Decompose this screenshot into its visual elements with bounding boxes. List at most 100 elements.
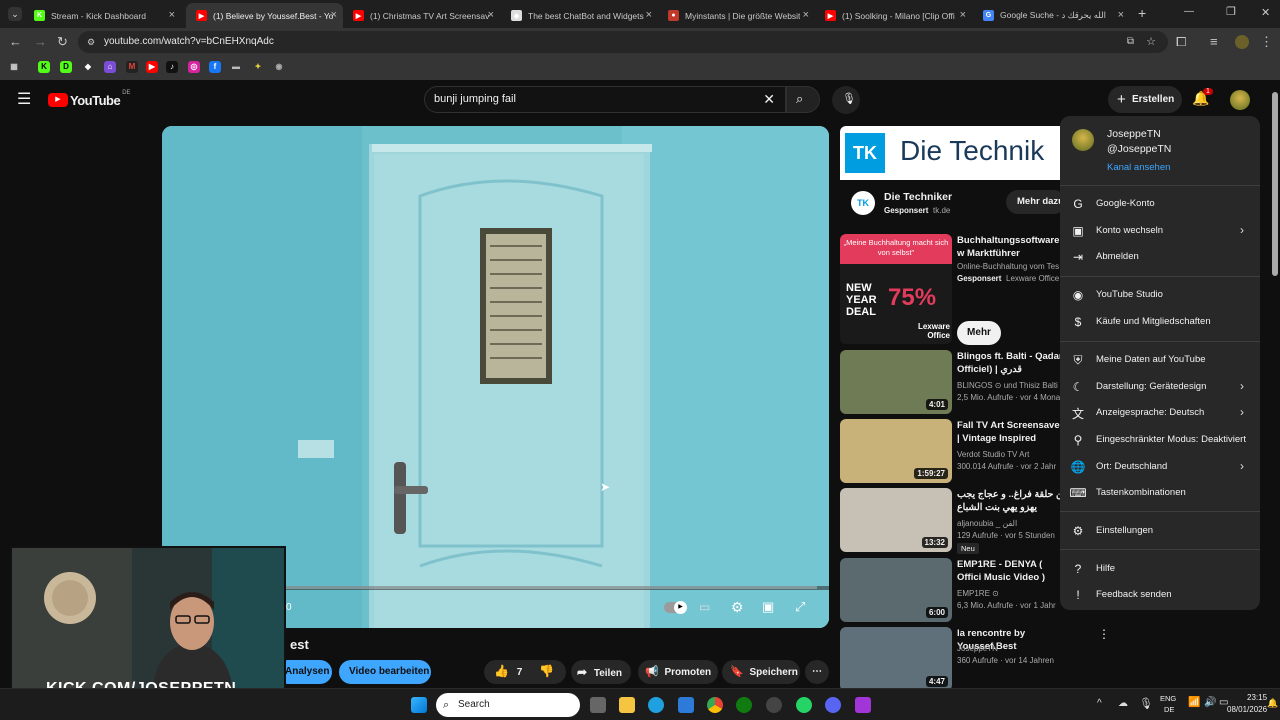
player-settings-icon[interactable]: ⚙ xyxy=(731,599,744,616)
address-bar[interactable]: ⚙ youtube.com/watch?v=bCnEHXnqAdc ⧉ ☆ xyxy=(78,31,1168,53)
voice-search-button[interactable]: 🎙 xyxy=(832,86,860,114)
new-tab-button[interactable]: + xyxy=(1138,5,1146,21)
store-icon[interactable] xyxy=(678,697,694,713)
bookmark-streamlabs-icon[interactable]: ▬ xyxy=(230,61,242,73)
minimize-button[interactable]: — xyxy=(1184,6,1194,17)
tab-close-icon[interactable]: × xyxy=(803,9,809,21)
tray-overflow-icon[interactable]: ^ xyxy=(1097,698,1102,709)
related-channel[interactable]: Verdot Studio TV Art xyxy=(957,450,1067,459)
discord-icon[interactable] xyxy=(825,697,841,713)
related-channel[interactable]: EMP1RE ⊙ xyxy=(957,589,1067,598)
related-video-item[interactable]: 4:01 Blingos ft. Balti - Qadari Officiel)… xyxy=(840,350,1065,414)
account-menu-item[interactable]: ⇥ Abmelden xyxy=(1060,244,1260,270)
maximize-button[interactable]: ❐ xyxy=(1226,5,1236,18)
sponsored-more-button[interactable]: Mehr xyxy=(957,321,1001,345)
forward-icon[interactable]: → xyxy=(34,34,47,49)
browser-tab[interactable]: ● Myinstants | Die größte Websit × xyxy=(658,3,815,28)
related-video-item[interactable]: 13:32 ين حلقة فراغ.. و عجاج يجب يهزو يهي … xyxy=(840,488,1066,554)
browser-tab[interactable]: ▶ (1) Believe by Youssef.Best - Yo × xyxy=(186,3,343,28)
chrome-icon[interactable] xyxy=(707,697,723,713)
tab-close-icon[interactable]: × xyxy=(960,9,966,21)
taskbar-search[interactable]: ⌕ Search xyxy=(436,693,580,717)
search-button[interactable]: ⌕ xyxy=(786,86,820,113)
wifi-icon[interactable]: 📶 xyxy=(1188,697,1200,708)
account-menu-item[interactable]: 文 Anzeigesprache: Deutsch › xyxy=(1060,400,1260,426)
learn-more-button[interactable]: Mehr dazu xyxy=(1006,190,1066,214)
account-menu-item[interactable]: ☾ Darstellung: Gerätedesign › xyxy=(1060,374,1260,400)
tab-close-icon[interactable]: × xyxy=(488,9,494,21)
back-icon[interactable]: ← xyxy=(9,34,22,49)
browser-menu-icon[interactable]: ⋮ xyxy=(1260,34,1273,50)
search-input[interactable]: bunji jumping fail ✕ xyxy=(424,86,786,113)
bookmark-d-icon[interactable]: D xyxy=(60,61,72,73)
language-indicator-top[interactable]: ENG xyxy=(1160,694,1176,703)
bookmark-instagram-icon[interactable]: ◎ xyxy=(188,61,200,73)
related-video-item[interactable]: 1:59:27 Fall TV Art Screensaver | Vintage… xyxy=(840,419,1063,483)
sponsored-title[interactable]: Buchhaltungssoftware w Marktführer xyxy=(957,234,1061,260)
account-menu-item[interactable]: ⚲ Eingeschränkter Modus: Deaktiviert xyxy=(1060,427,1260,453)
bookmark-kick-icon[interactable]: K xyxy=(38,61,50,73)
account-menu-item[interactable]: ⛨ Meine Daten auf YouTube xyxy=(1060,347,1260,373)
more-actions-button[interactable]: ⋯ xyxy=(805,660,829,684)
hamburger-menu-icon[interactable]: ☰ xyxy=(17,89,31,109)
edge-icon[interactable] xyxy=(648,697,664,713)
bookmark-diamond-icon[interactable]: ◆ xyxy=(82,61,94,73)
browser-tab[interactable]: ▶ (1) Christmas TV Art Screensav × xyxy=(343,3,500,28)
site-info-icon[interactable]: ⚙ xyxy=(87,31,95,53)
profile-avatar[interactable] xyxy=(1235,35,1249,49)
reading-list-icon[interactable]: ≡ xyxy=(1210,34,1218,49)
more-options-icon[interactable]: ⋮ xyxy=(1098,627,1110,641)
view-channel-link[interactable]: Kanal ansehen xyxy=(1107,162,1170,173)
fullscreen-icon[interactable]: ⤢ xyxy=(795,599,805,615)
tray-app-icon[interactable]: ☁ xyxy=(1118,698,1128,709)
page-scrollbar[interactable] xyxy=(1272,92,1278,276)
related-channel[interactable]: BLINGOS ⊙ und Thisiz Balti xyxy=(957,381,1067,390)
create-button[interactable]: + Erstellen xyxy=(1108,86,1182,113)
related-title[interactable]: ين حلقة فراغ.. و عجاج يجب يهزو يهي بنت ا… xyxy=(957,488,1067,514)
bookmark-gmail-icon[interactable]: M xyxy=(126,61,138,73)
obs-icon[interactable] xyxy=(766,697,782,713)
account-menu-item[interactable]: ? Hilfe xyxy=(1060,556,1260,582)
tray-mic-icon[interactable]: 🎙 xyxy=(1139,697,1153,710)
close-window-button[interactable]: ✕ xyxy=(1261,6,1270,19)
notification-center-icon[interactable]: 🔔 xyxy=(1267,698,1278,709)
bookmark-twitch-icon[interactable]: ⌂ xyxy=(104,61,116,73)
related-video-item[interactable]: 4:47 la rencontre by Youssef.Best JoseppeT… xyxy=(840,627,1110,691)
task-view-icon[interactable] xyxy=(590,697,606,713)
account-menu-item[interactable]: G Google-Konto xyxy=(1060,191,1260,217)
account-menu-item[interactable]: ! Feedback senden xyxy=(1060,582,1260,608)
related-title[interactable]: Blingos ft. Balti - Qadari Officiel) | ق… xyxy=(957,350,1067,376)
bookmark-globe-icon[interactable]: ◉ xyxy=(273,61,285,73)
theater-mode-icon[interactable]: ▣ xyxy=(762,599,774,615)
account-menu-item[interactable]: ◉ YouTube Studio xyxy=(1060,282,1260,308)
browser-tab[interactable]: ▶ (1) Soolking - Milano [Clip Offi × xyxy=(815,3,972,28)
ad-banner[interactable]: TK Die Technik xyxy=(840,126,1060,180)
account-avatar[interactable] xyxy=(1230,90,1250,110)
browser-tab[interactable]: K Stream - Kick Dashboard × xyxy=(24,3,181,28)
tab-close-icon[interactable]: × xyxy=(331,9,337,21)
autoplay-toggle[interactable]: ▶ xyxy=(664,601,687,614)
subtitles-icon[interactable]: ▭ xyxy=(699,600,710,614)
account-menu-item[interactable]: 🌐 Ort: Deutschland › xyxy=(1060,454,1260,480)
tab-close-icon[interactable]: × xyxy=(1118,9,1124,21)
tab-search-icon[interactable]: ⌄ xyxy=(8,7,22,21)
related-thumbnail[interactable]: 6:00 xyxy=(840,558,952,622)
sponsored-thumbnail[interactable]: „Meine Buchhaltung macht sich von selbst… xyxy=(840,234,952,344)
related-title[interactable]: Fall TV Art Screensaver | Vintage Inspir… xyxy=(957,419,1067,446)
reload-icon[interactable]: ↻ xyxy=(57,34,68,50)
bookmark-facebook-icon[interactable]: f xyxy=(209,61,221,73)
install-app-icon[interactable]: ⧉ xyxy=(1127,31,1134,53)
tab-close-icon[interactable]: × xyxy=(646,9,652,21)
related-channel[interactable]: aljanoubia _ الفن xyxy=(957,519,1067,528)
related-thumbnail[interactable]: 1:59:27 xyxy=(840,419,952,483)
bookmark-youtube-icon[interactable]: ▶ xyxy=(146,61,158,73)
streamlabs-icon[interactable] xyxy=(855,697,871,713)
save-button[interactable]: 🔖 Speichern xyxy=(722,660,800,684)
video-progress-bar[interactable] xyxy=(282,586,817,589)
browser-tab[interactable]: G Google Suche - الله يحرقك د × xyxy=(973,3,1130,28)
clock-date[interactable]: 08/01/2026 xyxy=(1227,705,1267,714)
file-explorer-icon[interactable] xyxy=(619,697,635,713)
youtube-logo[interactable]: ▶ YouTube DE xyxy=(48,90,131,108)
related-video-item[interactable]: 6:00 EMP1RE - DENYA ( Offici Music Video … xyxy=(840,558,1060,622)
whatsapp-icon[interactable] xyxy=(796,697,812,713)
